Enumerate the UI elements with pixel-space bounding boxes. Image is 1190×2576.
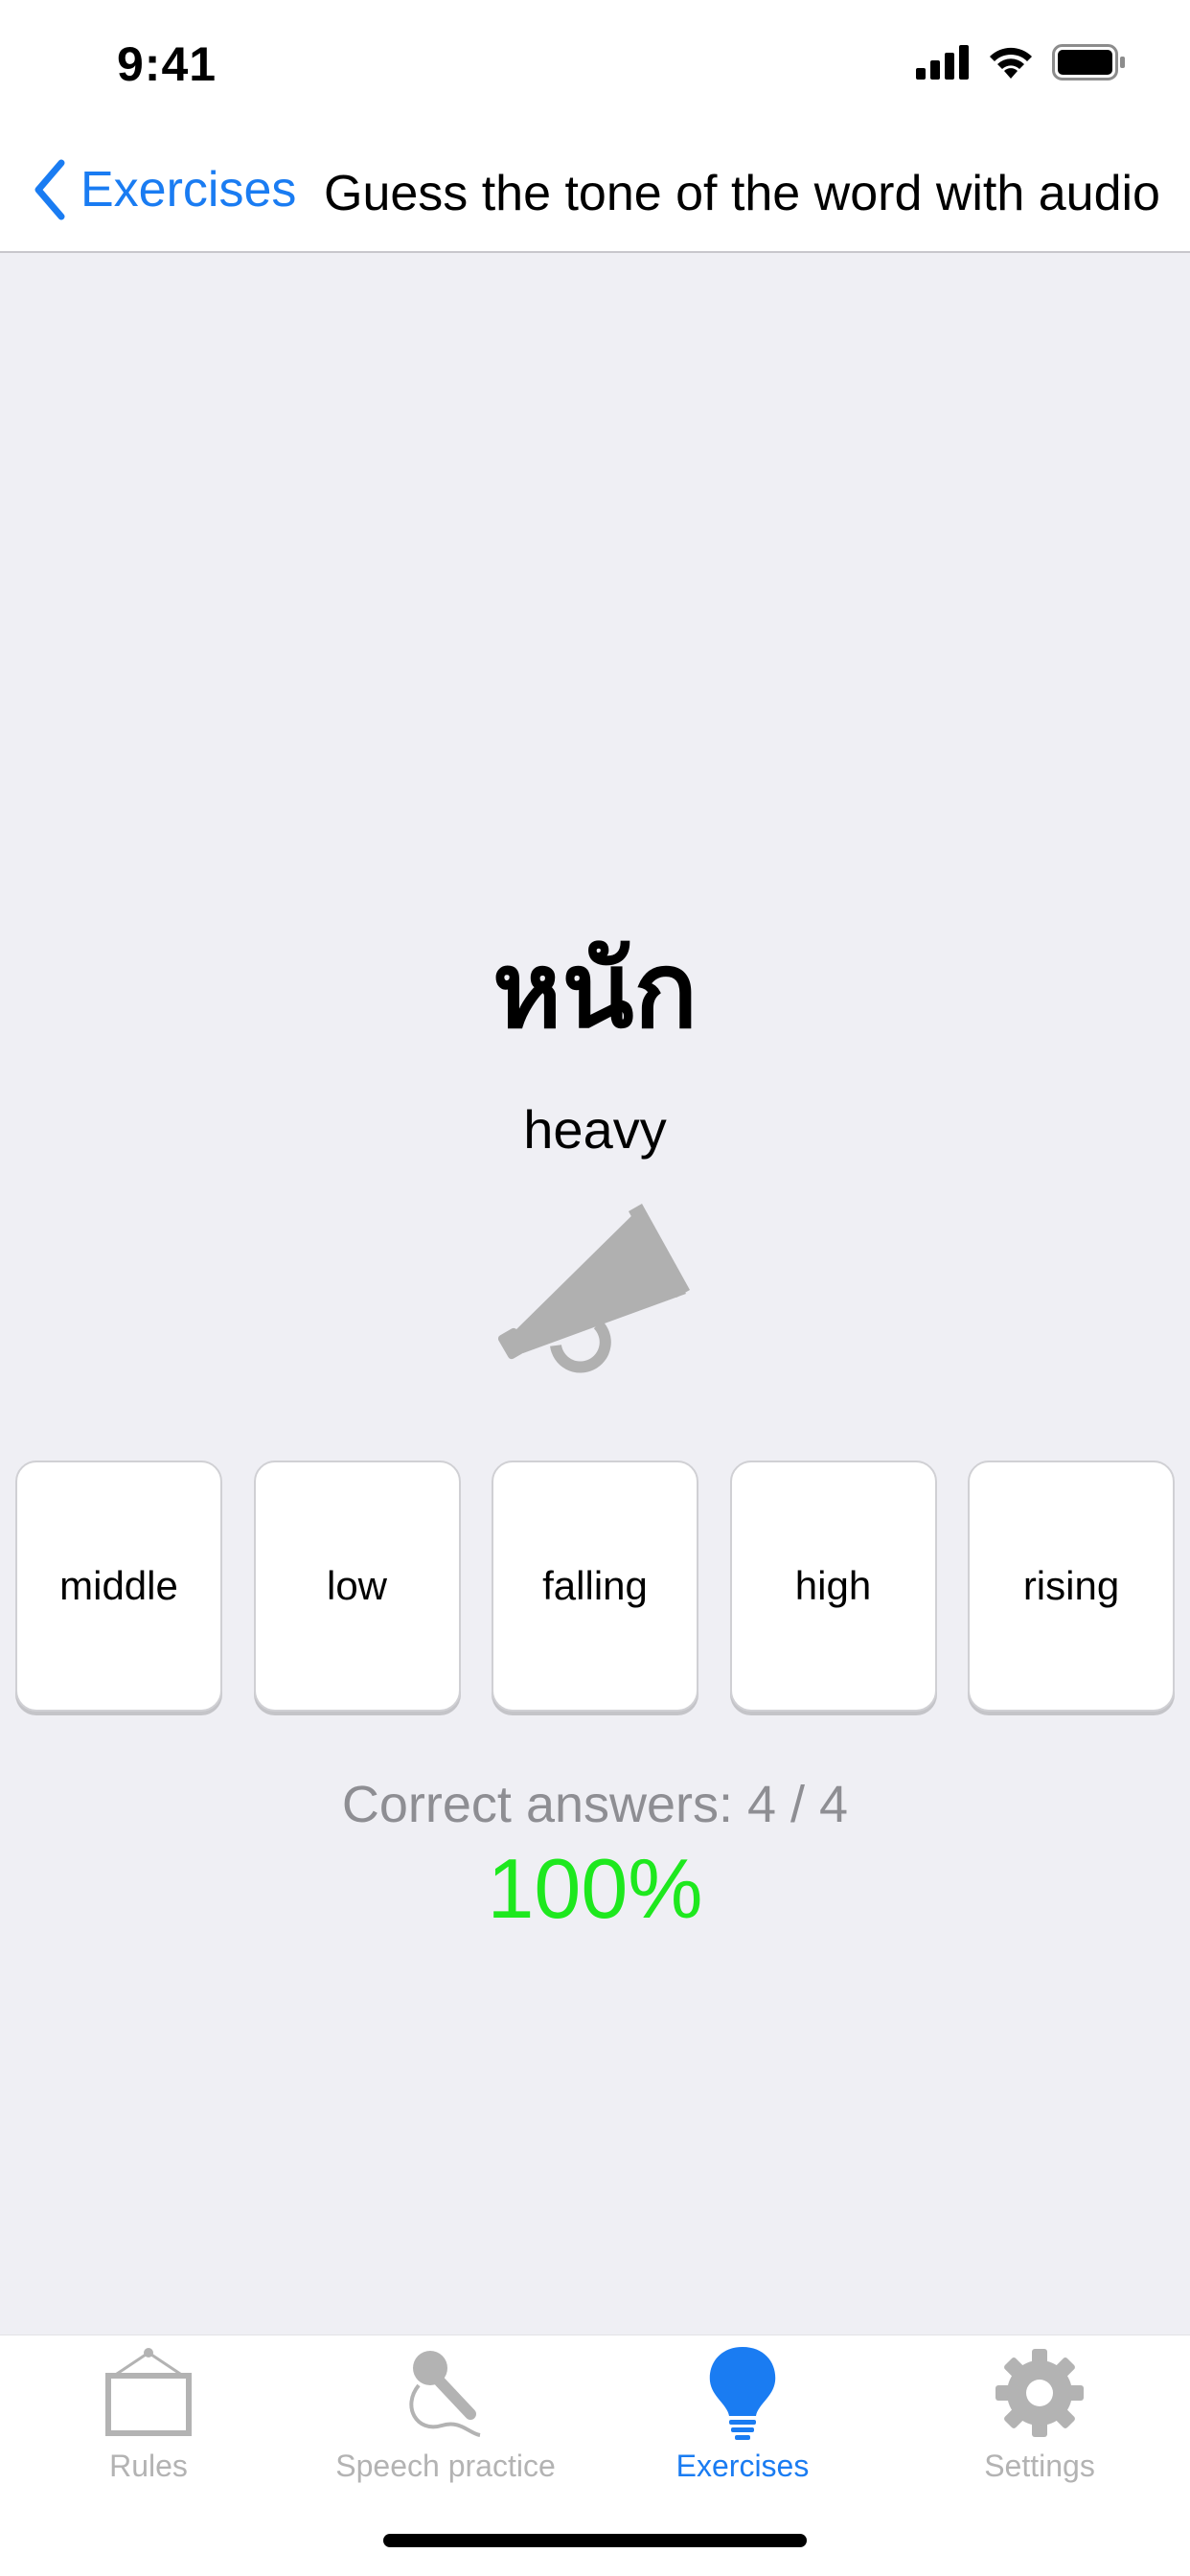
play-audio-button[interactable] [497,1202,690,1374]
gear-icon [987,2345,1092,2441]
wifi-icon [990,47,1032,79]
page-title: Guess the tone of the word with audio [324,166,1160,221]
exercise-content: หนัก heavy middle low falling high risin… [0,255,1190,2334]
status-bar: 9:41 [0,0,1190,126]
status-icons [916,44,1127,80]
tab-speech-practice-label: Speech practice [335,2449,556,2483]
battery-icon [1052,44,1125,80]
option-middle-button[interactable]: middle [15,1460,222,1712]
back-button-label: Exercises [80,162,297,218]
tone-options: middle low falling high rising [15,1460,1175,1712]
status-time: 9:41 [117,37,217,91]
option-high-button[interactable]: high [729,1460,937,1712]
tab-speech-practice[interactable]: Speech practice [297,2345,594,2498]
tab-exercises[interactable]: Exercises [594,2345,891,2498]
tab-settings[interactable]: Settings [891,2345,1188,2498]
option-rising-button[interactable]: rising [968,1460,1175,1712]
tab-rules-label: Rules [109,2449,188,2483]
option-low-button[interactable]: low [253,1460,461,1712]
navigation-bar: Exercises Guess the tone of the word wit… [0,126,1190,253]
correct-answers-label: Correct answers: 4 / 4 [341,1776,849,1833]
cellular-signal-icon [916,45,969,80]
microphone-icon [393,2345,498,2441]
tab-rules[interactable]: Rules [0,2345,297,2498]
thai-word: หนัก [492,929,698,1051]
home-indicator [383,2534,807,2547]
board-icon [96,2345,201,2441]
back-button[interactable]: Exercises [33,155,296,224]
tab-settings-label: Settings [984,2449,1095,2483]
megaphone-icon [497,1204,690,1373]
chevron-left-icon [34,159,65,220]
word-translation: heavy [523,1099,667,1160]
lightbulb-icon [690,2345,795,2441]
score-percent: 100% [487,1841,703,1936]
tab-exercises-label: Exercises [675,2449,810,2483]
option-falling-button[interactable]: falling [492,1460,698,1712]
